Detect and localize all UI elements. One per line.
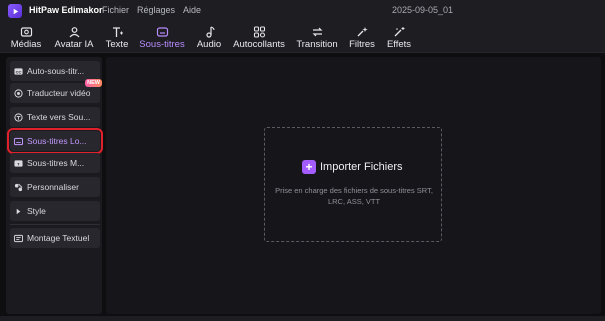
main-toolbar: Médias Avatar IA Texte Sous-titres Audio… [0, 22, 605, 53]
text-edit-icon [14, 234, 23, 242]
title-bar: HitPaw Edimakor Fichier Réglages Aide 20… [0, 0, 605, 22]
tab-medias-label: Médias [10, 39, 42, 50]
sidebar-item-label: Sous-titres M... [27, 158, 85, 168]
text-to-subtitle-icon [14, 112, 23, 122]
tab-medias[interactable]: Médias [9, 22, 43, 53]
tab-audio-label: Audio [196, 39, 222, 50]
sidebar-item-label: Personnaliser [27, 182, 79, 192]
tab-sous-titres-label: Sous-titres [139, 39, 185, 50]
sidebar-item-personnaliser[interactable]: Personnaliser [10, 177, 100, 197]
tab-filtres[interactable]: Filtres [348, 22, 376, 53]
sidebar-item-montage-textuel[interactable]: Montage Textuel [10, 228, 100, 248]
tab-texte-label: Texte [105, 39, 129, 50]
sidebar-item-sous-titres-locaux[interactable]: Sous-titres Lo... [7, 128, 103, 154]
media-icon [20, 27, 32, 37]
filters-icon [357, 27, 368, 37]
sidebar-item-auto-sous-titres[interactable]: CC Auto-sous-titr... [10, 61, 100, 81]
subtitle-sidebar: CC Auto-sous-titr... Traducteur vidéo NE… [6, 57, 103, 314]
import-files-label: Importer Fichiers [320, 161, 403, 173]
tab-avatar-ia-label: Avatar IA [54, 39, 94, 50]
subtitle-content-area: + Importer Fichiers Prise en charge des … [106, 57, 601, 314]
tab-audio[interactable]: Audio [195, 22, 223, 53]
sidebar-divider [10, 224, 100, 225]
svg-text:CC: CC [16, 69, 22, 74]
tab-transition[interactable]: Transition [296, 22, 338, 53]
import-files-button[interactable]: + Importer Fichiers [302, 160, 403, 174]
cc-icon: CC [14, 67, 23, 75]
sidebar-item-label: Montage Textuel [27, 233, 90, 243]
tab-autocollants[interactable]: Autocollants [232, 22, 286, 53]
tab-transition-label: Transition [296, 39, 338, 50]
tab-texte[interactable]: Texte [104, 22, 130, 53]
import-dropzone[interactable]: + Importer Fichiers Prise en charge des … [264, 127, 442, 242]
subtitles-icon [156, 27, 168, 37]
new-badge: NEW [85, 79, 102, 87]
stickers-icon [253, 26, 265, 38]
tab-sous-titres[interactable]: Sous-titres [138, 22, 186, 53]
sidebar-item-style[interactable]: Style [10, 201, 100, 221]
sidebar-item-label: Traducteur vidéo [27, 88, 91, 98]
audio-icon [205, 26, 215, 38]
sidebar-item-label: Auto-sous-titr... [27, 66, 85, 76]
sidebar-item-label: Texte vers Sou... [27, 112, 91, 122]
customize-icon [14, 183, 23, 191]
bottom-bar [0, 316, 605, 321]
sidebar-item-sous-titres-manuels[interactable]: T Sous-titres M... [10, 153, 100, 173]
sidebar-item-traducteur-video[interactable]: Traducteur vidéo NEW [10, 79, 102, 103]
app-title: HitPaw Edimakor [29, 5, 103, 15]
manual-subtitles-icon: T [14, 159, 23, 167]
triangle-right-icon [16, 208, 21, 214]
transition-icon [312, 27, 322, 37]
tab-autocollants-label: Autocollants [233, 39, 285, 50]
project-name: 2025-09-05_01 [392, 5, 454, 15]
tab-avatar-ia[interactable]: Avatar IA [54, 22, 94, 53]
import-description: Prise en charge des fichiers de sous-tit… [275, 186, 433, 206]
translate-icon [14, 88, 23, 98]
avatar-icon [69, 27, 79, 38]
effects-icon [394, 27, 404, 37]
sidebar-item-label: Style [27, 206, 46, 216]
local-subtitles-icon [14, 137, 23, 145]
menu-fichier[interactable]: Fichier [102, 5, 129, 15]
tab-effets[interactable]: Effets [386, 22, 412, 53]
text-icon [112, 27, 123, 37]
tab-filtres-label: Filtres [349, 39, 375, 50]
sidebar-item-texte-vers-sous-titres[interactable]: Texte vers Sou... [10, 107, 100, 127]
tab-effets-label: Effets [386, 39, 412, 50]
sidebar-item-label: Sous-titres Lo... [27, 136, 87, 146]
plus-icon: + [302, 160, 316, 174]
menu-aide[interactable]: Aide [183, 5, 201, 15]
menu-reglages[interactable]: Réglages [137, 5, 175, 15]
app-logo-icon [8, 4, 22, 18]
menu-bar: Fichier Réglages Aide [102, 5, 201, 15]
